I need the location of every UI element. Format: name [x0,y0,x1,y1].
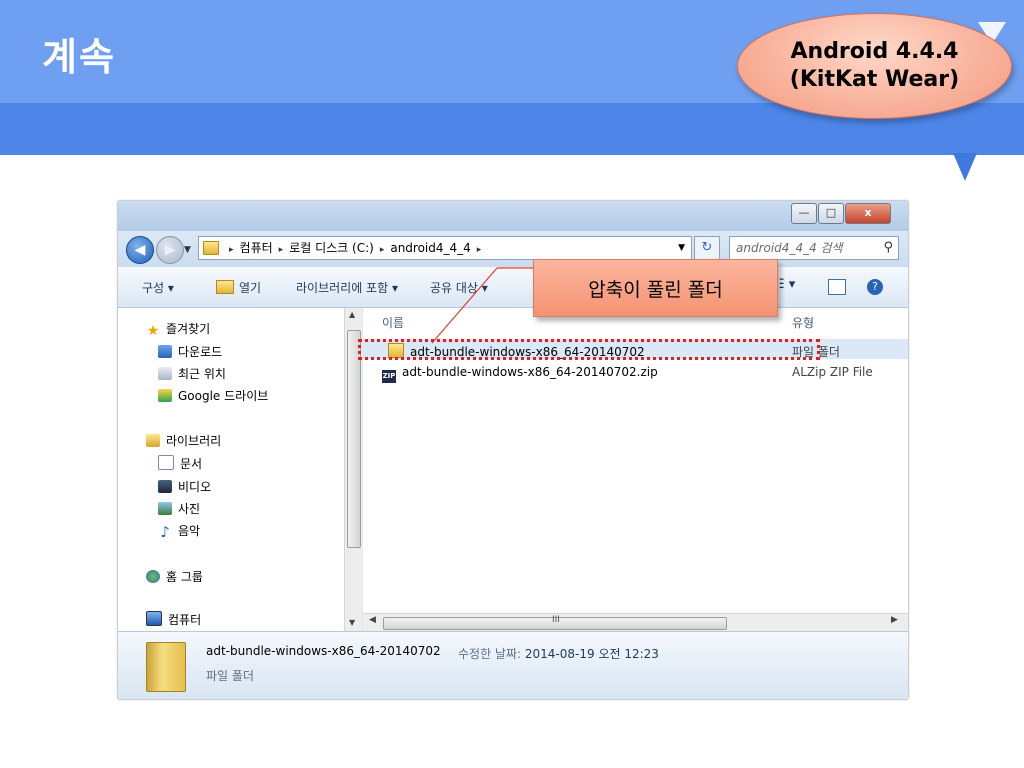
folder-highlight-box [358,339,820,360]
extracted-folder-callout: 압축이 풀린 폴더 [533,259,778,317]
callout-leader-line [431,267,533,344]
